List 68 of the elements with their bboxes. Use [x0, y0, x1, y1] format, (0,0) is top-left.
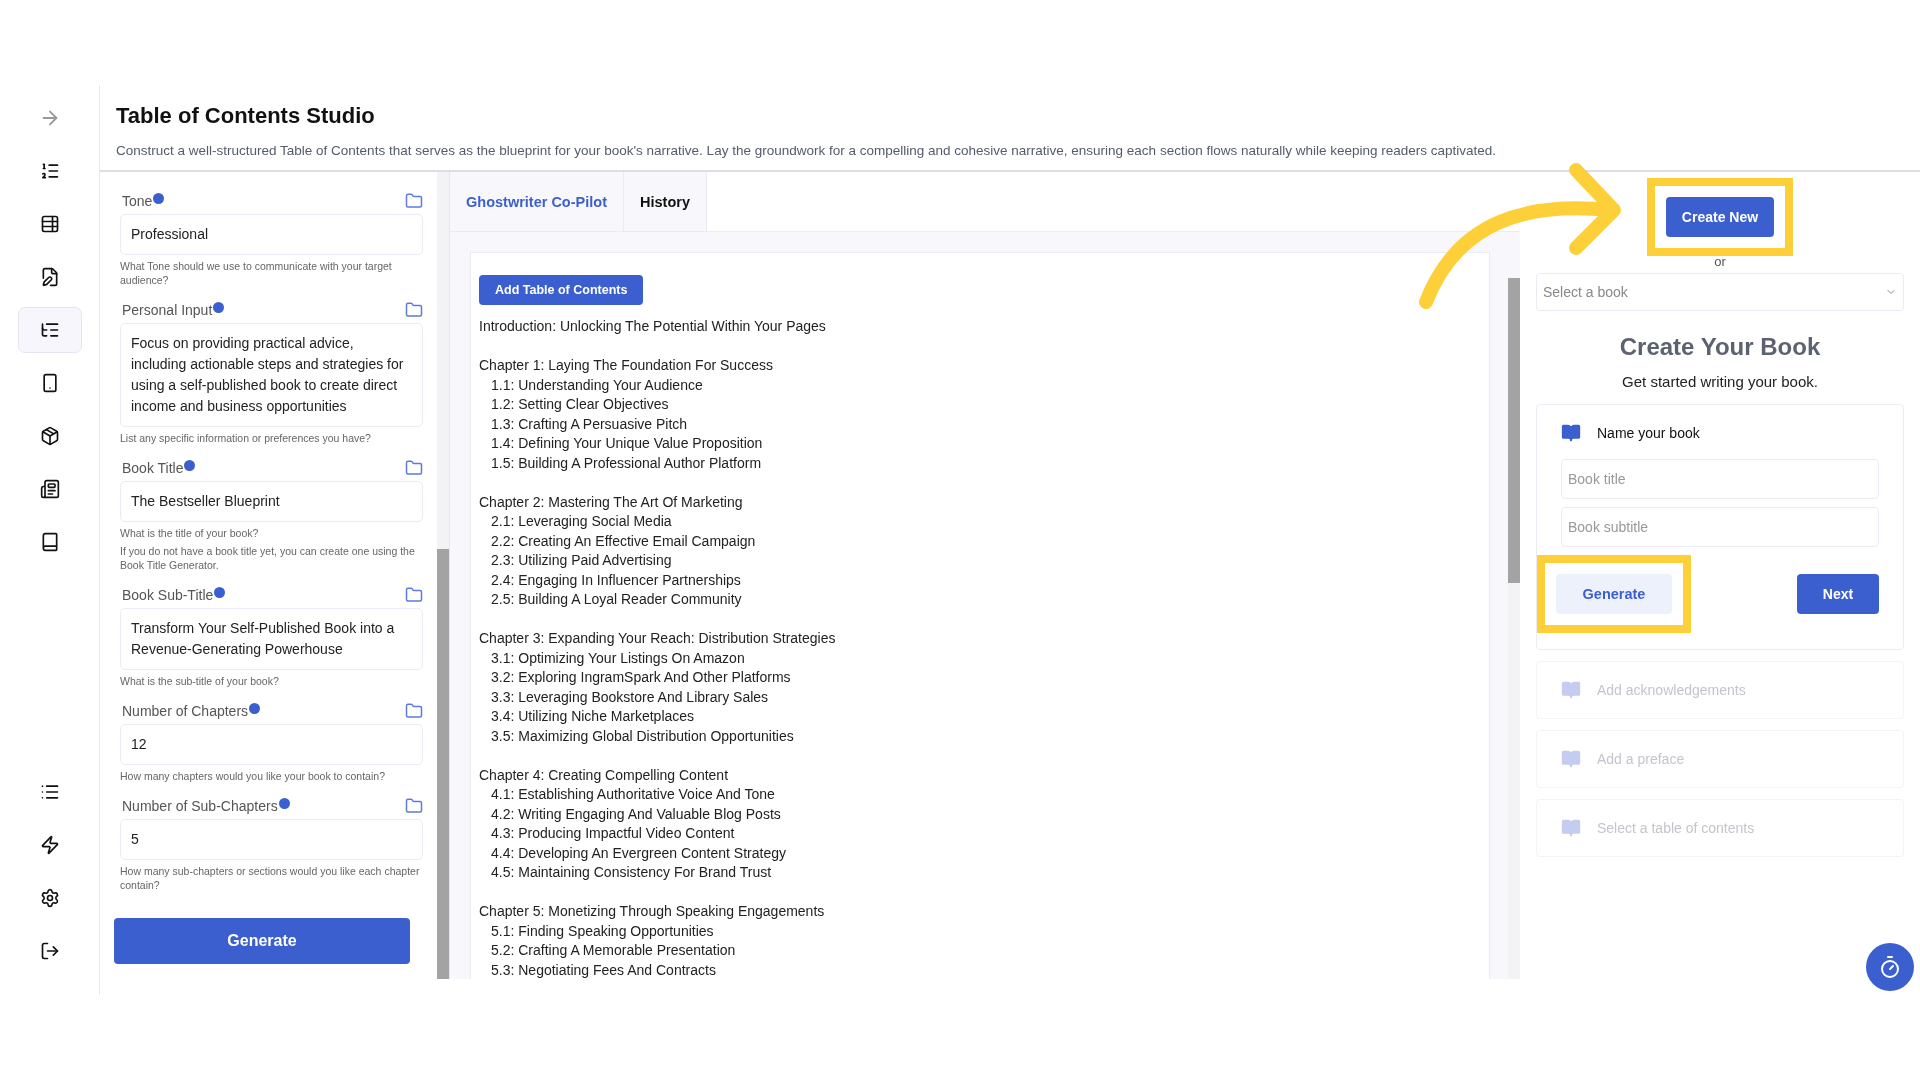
help-text: What is the sub-title of your book? — [120, 674, 280, 688]
chapter-title: Introduction: Unlocking The Potential Within Your Pages — [479, 317, 827, 336]
page-title: Table of Contents Studio — [116, 103, 376, 129]
step-label: Add a preface — [1597, 751, 1685, 767]
section-title: 1.5: Building A Professional Author Platform — [490, 453, 763, 473]
section-title: 1.3: Crafting A Persuasive Pitch — [490, 414, 689, 434]
section-title: 4.1: Establishing Authoritative Voice And Tone — [490, 785, 776, 805]
step-label: Add acknowledgements — [1597, 682, 1746, 698]
tab[interactable]: History — [624, 172, 707, 231]
page-description: Construct a well-structured Table of Contents that serves as the blueprint for your book's narrative. Lay the groundwork for a compelling and cohesive narrative, ensuring each section flows naturally while keeping readers captivated. — [116, 143, 1498, 158]
input-field[interactable]: Transform Your Self-Published Book into a Revenue-Generating Powerhouse — [120, 608, 423, 670]
create-new-button[interactable]: Create New — [1665, 197, 1775, 237]
chapter-title: Chapter 1: Laying The Foundation For Success — [479, 356, 774, 376]
generate-button[interactable]: Generate — [114, 918, 410, 964]
chapter-title: Chapter 4: Creating Compelling Content — [479, 765, 730, 785]
section-title: 2.4: Engaging In Influencer Partnerships — [490, 570, 742, 590]
input-field[interactable]: 5 — [120, 819, 423, 860]
section-title: 3.2: Exploring IngramSpark And Other Platforms — [490, 668, 792, 688]
section-title: 4.2: Writing Engaging And Valuable Blog Posts — [490, 804, 782, 824]
book-select[interactable]: Select a book — [1536, 273, 1904, 311]
step-card[interactable]: Name your book Book title Book subtitle Generate Next — [1536, 404, 1904, 650]
panel-title: Create Your Book — [1619, 333, 1821, 361]
chapter-title: Chapter 5: Monetizing Through Speaking Engagements — [479, 902, 826, 922]
section-title: 1.2: Setting Clear Objectives — [490, 395, 670, 415]
help-text: What Tone should we use to communicate with your target audience? — [120, 259, 393, 287]
field-label: Personal Input — [122, 302, 225, 318]
section-title: 2.2: Creating An Effective Email Campaign — [490, 531, 757, 551]
section-title: 3.1: Optimizing Your Listings On Amazon — [490, 648, 746, 668]
field-label: Tone — [122, 193, 165, 209]
input-field[interactable]: Focus on providing practical advice, including actionable steps and strategies for using a self-published book to create direct income and business opportunities — [120, 323, 423, 427]
or-text: or — [1714, 254, 1726, 269]
section-title: 4.3: Producing Impactful Video Content — [490, 824, 736, 844]
input-field[interactable]: Book subtitle — [1561, 507, 1879, 547]
section-title: 4.5: Maintaining Consistency For Brand Trust — [490, 863, 773, 883]
section-title: 1.4: Defining Your Unique Value Proposition — [490, 434, 764, 454]
step-label: Name your book — [1597, 425, 1700, 441]
section-title: 2.1: Leveraging Social Media — [490, 512, 673, 532]
section-title: 5.1: Finding Speaking Opportunities — [490, 921, 715, 941]
section-title: 2.3: Utilizing Paid Advertising — [490, 551, 673, 571]
section-title: 2.5: Building A Loyal Reader Community — [490, 590, 743, 610]
input-field[interactable]: Book title — [1561, 459, 1879, 499]
generate-button[interactable]: Generate — [1556, 574, 1672, 614]
section-title: 1.1: Understanding Your Audience — [490, 375, 704, 395]
section-title: 3.5: Maximizing Global Distribution Opportunities — [490, 726, 795, 746]
section-title: 3.3: Leveraging Bookstore And Library Sales — [490, 687, 770, 707]
help-text: How many chapters would you like your book to contain? — [120, 769, 386, 783]
help-text: How many sub-chapters or sections would you like each chapter contain? — [120, 864, 421, 892]
field-label: Number of Chapters — [122, 703, 261, 719]
help-text: What is the title of your book? — [120, 526, 260, 540]
help-text: List any specific information or preferences you have? — [120, 431, 372, 445]
next-button[interactable]: Next — [1797, 574, 1879, 614]
chapter-title: Chapter 3: Expanding Your Reach: Distribution Strategies — [479, 629, 837, 649]
section-title: 5.2: Crafting A Memorable Presentation — [490, 941, 737, 961]
section-title: 4.4: Developing An Evergreen Content Strategy — [490, 843, 787, 863]
field-label: Number of Sub-Chapters — [122, 798, 290, 814]
input-field[interactable]: Professional — [120, 214, 423, 255]
chapter-title: Chapter 2: Mastering The Art Of Marketing — [479, 492, 744, 512]
input-field[interactable]: The Bestseller Blueprint — [120, 481, 423, 522]
section-title: 3.4: Utilizing Niche Marketplaces — [490, 707, 696, 727]
help-text: If you do not have a book title yet, you can create one using the Book Title Generator. — [120, 544, 416, 572]
field-label: Book Title — [122, 460, 196, 476]
step-label: Select a table of contents — [1597, 820, 1755, 836]
section-title: 5.3: Negotiating Fees And Contracts — [490, 960, 717, 979]
panel-subtitle: Get started writing your book. — [1622, 373, 1818, 390]
tab[interactable]: Ghostwriter Co-Pilot — [450, 172, 624, 231]
input-field[interactable]: 12 — [120, 724, 423, 765]
add-contents-button[interactable]: Add Table of Contents — [479, 275, 644, 305]
field-label: Book Sub-Title — [122, 587, 226, 603]
